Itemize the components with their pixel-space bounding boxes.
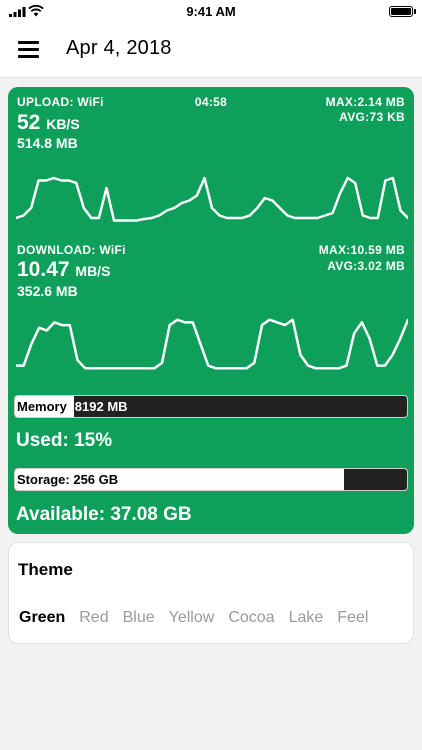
memory-used: Used: 15%	[16, 430, 113, 451]
storage-available: Available: 37.08 GB	[16, 504, 192, 525]
download-speed-value: 10.47	[17, 258, 70, 281]
theme-option-blue[interactable]: Blue	[123, 609, 155, 627]
theme-option-lake[interactable]: Lake	[289, 609, 324, 627]
download-speed-unit: MB/S	[75, 263, 111, 279]
hamburger-menu-icon[interactable]	[18, 41, 39, 58]
network-monitor-card: UPLOAD: WiFi 04:58 MAX:2.14 MB AVG:73 KB…	[8, 87, 414, 534]
upload-speed: 52 KB/S	[17, 111, 80, 135]
memory-bar: Memory: 8192 MB	[14, 395, 408, 418]
theme-option-feel[interactable]: Feel	[337, 609, 368, 627]
upload-max: MAX:2.14 MB	[325, 95, 405, 109]
upload-label: UPLOAD: WiFi	[17, 95, 104, 109]
storage-label: Storage: 256 GB	[17, 472, 119, 487]
nav-bar: Apr 4, 2018	[0, 24, 422, 78]
upload-graph-line	[16, 176, 408, 222]
upload-graph	[16, 176, 408, 222]
upload-avg: AVG:73 KB	[339, 110, 405, 124]
download-graph	[16, 318, 408, 370]
page-title: Apr 4, 2018	[66, 37, 172, 59]
upload-total: 514.8 MB	[17, 135, 78, 151]
memory-label-prefix: Memory	[17, 399, 67, 414]
theme-option-green[interactable]: Green	[19, 609, 65, 627]
theme-option-cocoa[interactable]: Cocoa	[228, 609, 274, 627]
download-label: DOWNLOAD: WiFi	[17, 243, 126, 257]
theme-options: Green Red Blue Yellow Cocoa Lake Feel	[19, 609, 382, 627]
theme-option-yellow[interactable]: Yellow	[169, 609, 215, 627]
download-total: 352.6 MB	[17, 283, 78, 299]
memory-label-value: : 8192 MB	[66, 399, 128, 414]
session-timer: 04:58	[194, 95, 228, 109]
storage-bar: Storage: 256 GB	[14, 468, 408, 491]
memory-label: Memory: 8192 MB	[17, 399, 128, 414]
download-max: MAX:10.59 MB	[318, 243, 405, 257]
upload-speed-unit: KB/S	[46, 116, 80, 132]
theme-option-red[interactable]: Red	[79, 609, 108, 627]
status-time: 9:41 AM	[186, 4, 236, 19]
download-speed: 10.47 MB/S	[17, 258, 110, 282]
upload-speed-value: 52	[17, 111, 41, 134]
download-avg: AVG:3.02 MB	[327, 259, 405, 273]
status-bar: 9:41 AM	[0, 0, 422, 24]
battery-icon	[389, 6, 416, 17]
theme-card: Theme Green Red Blue Yellow Cocoa Lake Feel	[8, 542, 414, 644]
download-graph-line	[16, 318, 408, 370]
theme-title: Theme	[18, 560, 73, 579]
